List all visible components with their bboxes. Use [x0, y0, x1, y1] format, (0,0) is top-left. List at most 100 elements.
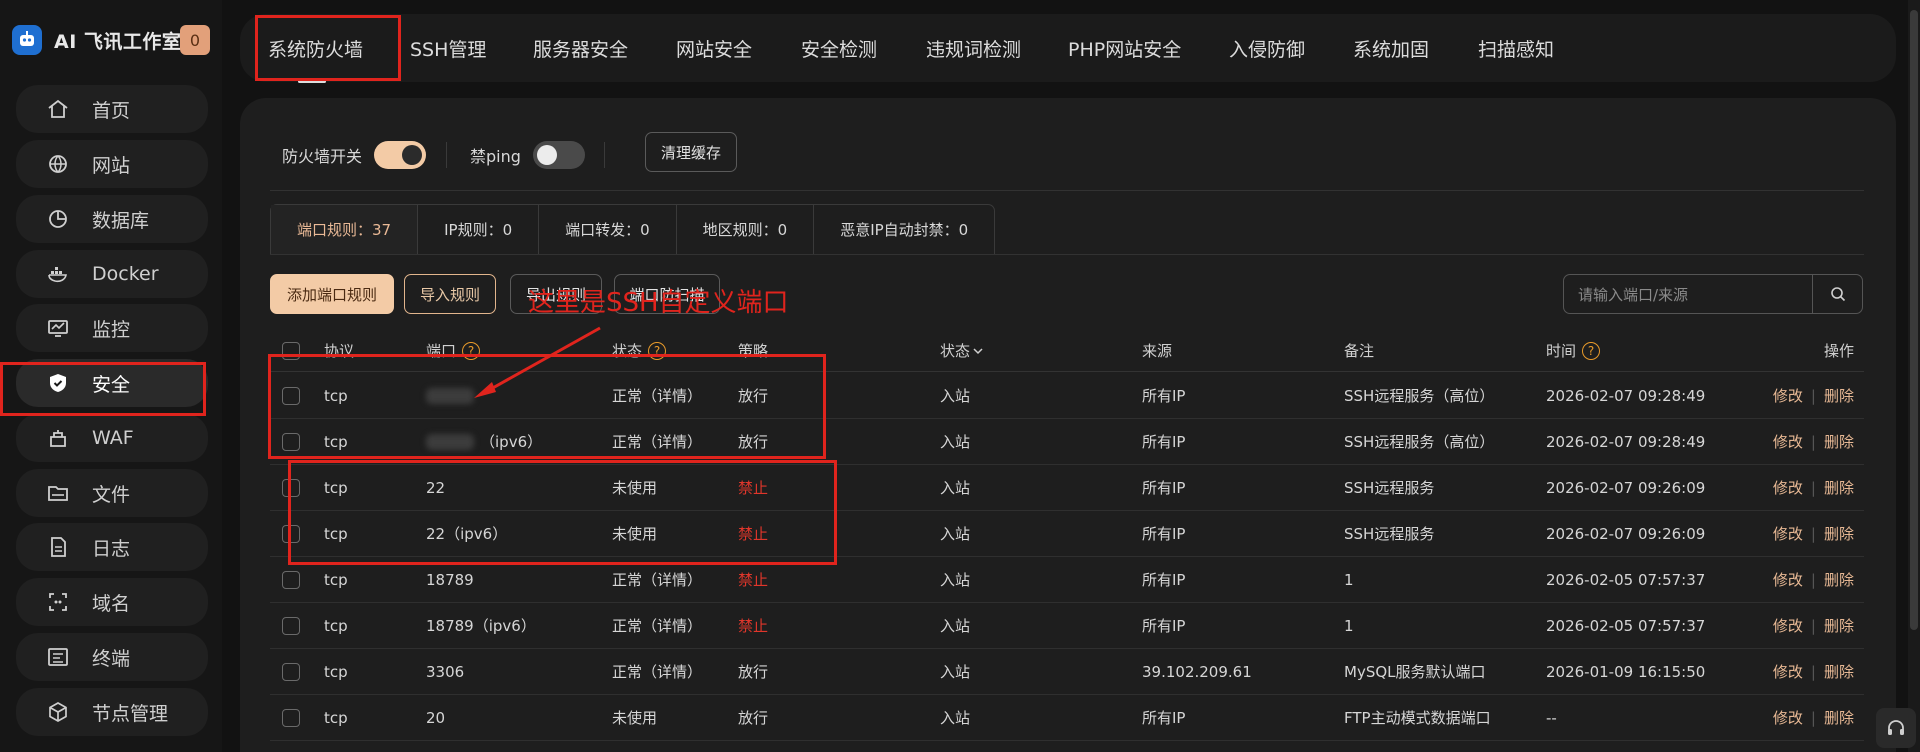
row-checkbox[interactable]: [282, 524, 300, 543]
cell-status[interactable]: 正常（详情）: [612, 649, 702, 694]
row-checkbox[interactable]: [282, 708, 300, 727]
row-checkbox[interactable]: [282, 662, 300, 681]
sidebar-item-2[interactable]: 数据库: [16, 195, 208, 243]
headset-icon[interactable]: [1876, 708, 1916, 748]
stat-tab-1[interactable]: IP规则：0: [418, 205, 540, 254]
port-value: 18789: [426, 570, 474, 589]
row-checkbox[interactable]: [282, 616, 300, 635]
cell-policy: 放行: [738, 433, 769, 451]
cell-port: 3306: [426, 649, 464, 694]
row-checkbox[interactable]: [282, 386, 300, 405]
cell-time: 2026-02-07 09:26:09: [1546, 524, 1706, 543]
delete-button[interactable]: 删除: [1824, 523, 1854, 544]
firewall-switch[interactable]: [374, 141, 427, 169]
tab-4[interactable]: 安全检测: [801, 14, 877, 82]
delete-button[interactable]: 删除: [1824, 569, 1854, 590]
brand[interactable]: AI 飞讯工作室 0: [12, 22, 212, 58]
cell-remark: MySQL服务默认端口: [1344, 663, 1486, 681]
sidebar-item-5[interactable]: 安全: [16, 359, 208, 407]
edit-button[interactable]: 修改: [1773, 523, 1803, 544]
divider-line: [270, 190, 1864, 191]
cell-protocol: tcp: [324, 662, 348, 681]
delete-button[interactable]: 删除: [1824, 477, 1854, 498]
cell-port: 18789 （ipv6）: [426, 603, 536, 648]
stat-tab-3[interactable]: 地区规则：0: [677, 205, 815, 254]
notification-badge[interactable]: 0: [180, 25, 210, 55]
sidebar-item-10[interactable]: 终端: [16, 633, 208, 681]
sidebar-item-3[interactable]: Docker: [16, 250, 208, 298]
col-port: 端口: [426, 342, 457, 360]
row-checkbox[interactable]: [282, 570, 300, 589]
sidebar-item-11[interactable]: 节点管理: [16, 688, 208, 736]
tab-0[interactable]: 系统防火墙: [268, 14, 363, 82]
cell-policy: 禁止: [738, 617, 769, 635]
sidebar-item-9[interactable]: 域名: [16, 578, 208, 626]
row-checkbox[interactable]: [282, 432, 300, 451]
col-direction-filter[interactable]: 状态: [940, 330, 984, 371]
col-time: 时间: [1546, 342, 1577, 360]
stat-tab-0[interactable]: 端口规则：37: [271, 205, 419, 254]
tab-3[interactable]: 网站安全: [676, 14, 752, 82]
page-scrollbar[interactable]: [1908, 0, 1920, 752]
edit-button[interactable]: 修改: [1773, 431, 1803, 452]
add-port-rule-button[interactable]: 添加端口规则: [270, 274, 394, 314]
table-row: tcp 22 （ipv6） 未使用 禁止 入站 所有IP SSH远程服务 2026-02-07 …: [270, 511, 1864, 557]
tab-1[interactable]: SSH管理: [410, 14, 486, 82]
help-icon[interactable]: ?: [1582, 341, 1601, 360]
delete-button[interactable]: 删除: [1824, 615, 1854, 636]
sidebar-item-label: 日志: [92, 537, 131, 560]
help-icon[interactable]: ?: [648, 341, 667, 360]
op-separator: |: [1810, 386, 1816, 405]
annotation-text: 这里是SSH自定义端口: [528, 288, 789, 318]
cell-status[interactable]: 正常（详情）: [612, 603, 702, 648]
edit-button[interactable]: 修改: [1773, 707, 1803, 728]
stat-tab-2[interactable]: 端口转发：0: [539, 205, 677, 254]
delete-button[interactable]: 删除: [1824, 661, 1854, 682]
sidebar-item-4[interactable]: 监控: [16, 304, 208, 352]
tab-8[interactable]: 系统加固: [1353, 14, 1429, 82]
col-direction: 状态: [940, 342, 971, 360]
op-separator: |: [1810, 708, 1816, 727]
port-suffix: （ipv6）: [445, 525, 508, 543]
cell-direction: 入站: [940, 709, 971, 727]
sidebar-item-0[interactable]: 首页: [16, 85, 208, 133]
port-value: 22: [426, 524, 446, 543]
tab-6[interactable]: PHP网站安全: [1068, 14, 1181, 82]
edit-button[interactable]: 修改: [1773, 477, 1803, 498]
tab-2[interactable]: 服务器安全: [533, 14, 628, 82]
robot-logo-icon: [12, 25, 42, 55]
select-all-checkbox[interactable]: [282, 341, 300, 360]
delete-button[interactable]: 删除: [1824, 707, 1854, 728]
firewall-label: 防火墙开关: [282, 147, 363, 166]
sidebar-item-6[interactable]: WAF: [16, 414, 208, 462]
edit-button[interactable]: 修改: [1773, 661, 1803, 682]
edit-button[interactable]: 修改: [1773, 569, 1803, 590]
delete-button[interactable]: 删除: [1824, 385, 1854, 406]
cell-direction: 入站: [940, 663, 971, 681]
row-checkbox[interactable]: [282, 478, 300, 497]
delete-button[interactable]: 删除: [1824, 431, 1854, 452]
sidebar-item-label: 监控: [92, 318, 131, 341]
edit-button[interactable]: 修改: [1773, 615, 1803, 636]
tab-5[interactable]: 违规词检测: [926, 14, 1021, 82]
ping-switch[interactable]: [532, 141, 585, 169]
cell-protocol: tcp: [324, 478, 348, 497]
clear-cache-button[interactable]: 清理缓存: [645, 132, 737, 172]
sidebar-item-7[interactable]: 文件: [16, 469, 208, 517]
search-icon[interactable]: [1812, 275, 1862, 313]
edit-button[interactable]: 修改: [1773, 385, 1803, 406]
ping-toggle-row: 禁ping: [470, 140, 585, 170]
sidebar-item-label: 首页: [92, 99, 131, 122]
tab-7[interactable]: 入侵防御: [1229, 14, 1305, 82]
stat-tab-4[interactable]: 恶意IP自动封禁：0: [814, 205, 994, 254]
scroll-thumb[interactable]: [1910, 10, 1918, 630]
sidebar-item-1[interactable]: 网站: [16, 140, 208, 188]
tab-9[interactable]: 扫描感知: [1478, 14, 1554, 82]
cell-status[interactable]: 正常（详情）: [612, 373, 702, 418]
sidebar-item-8[interactable]: 日志: [16, 523, 208, 571]
search-input[interactable]: 请输入端口/来源: [1564, 284, 1812, 305]
cell-status[interactable]: 正常（详情）: [612, 557, 702, 602]
cell-status[interactable]: 正常（详情）: [612, 419, 702, 464]
import-rules-button[interactable]: 导入规则: [404, 274, 496, 314]
cell-remark: SSH远程服务（高位）: [1344, 433, 1495, 451]
